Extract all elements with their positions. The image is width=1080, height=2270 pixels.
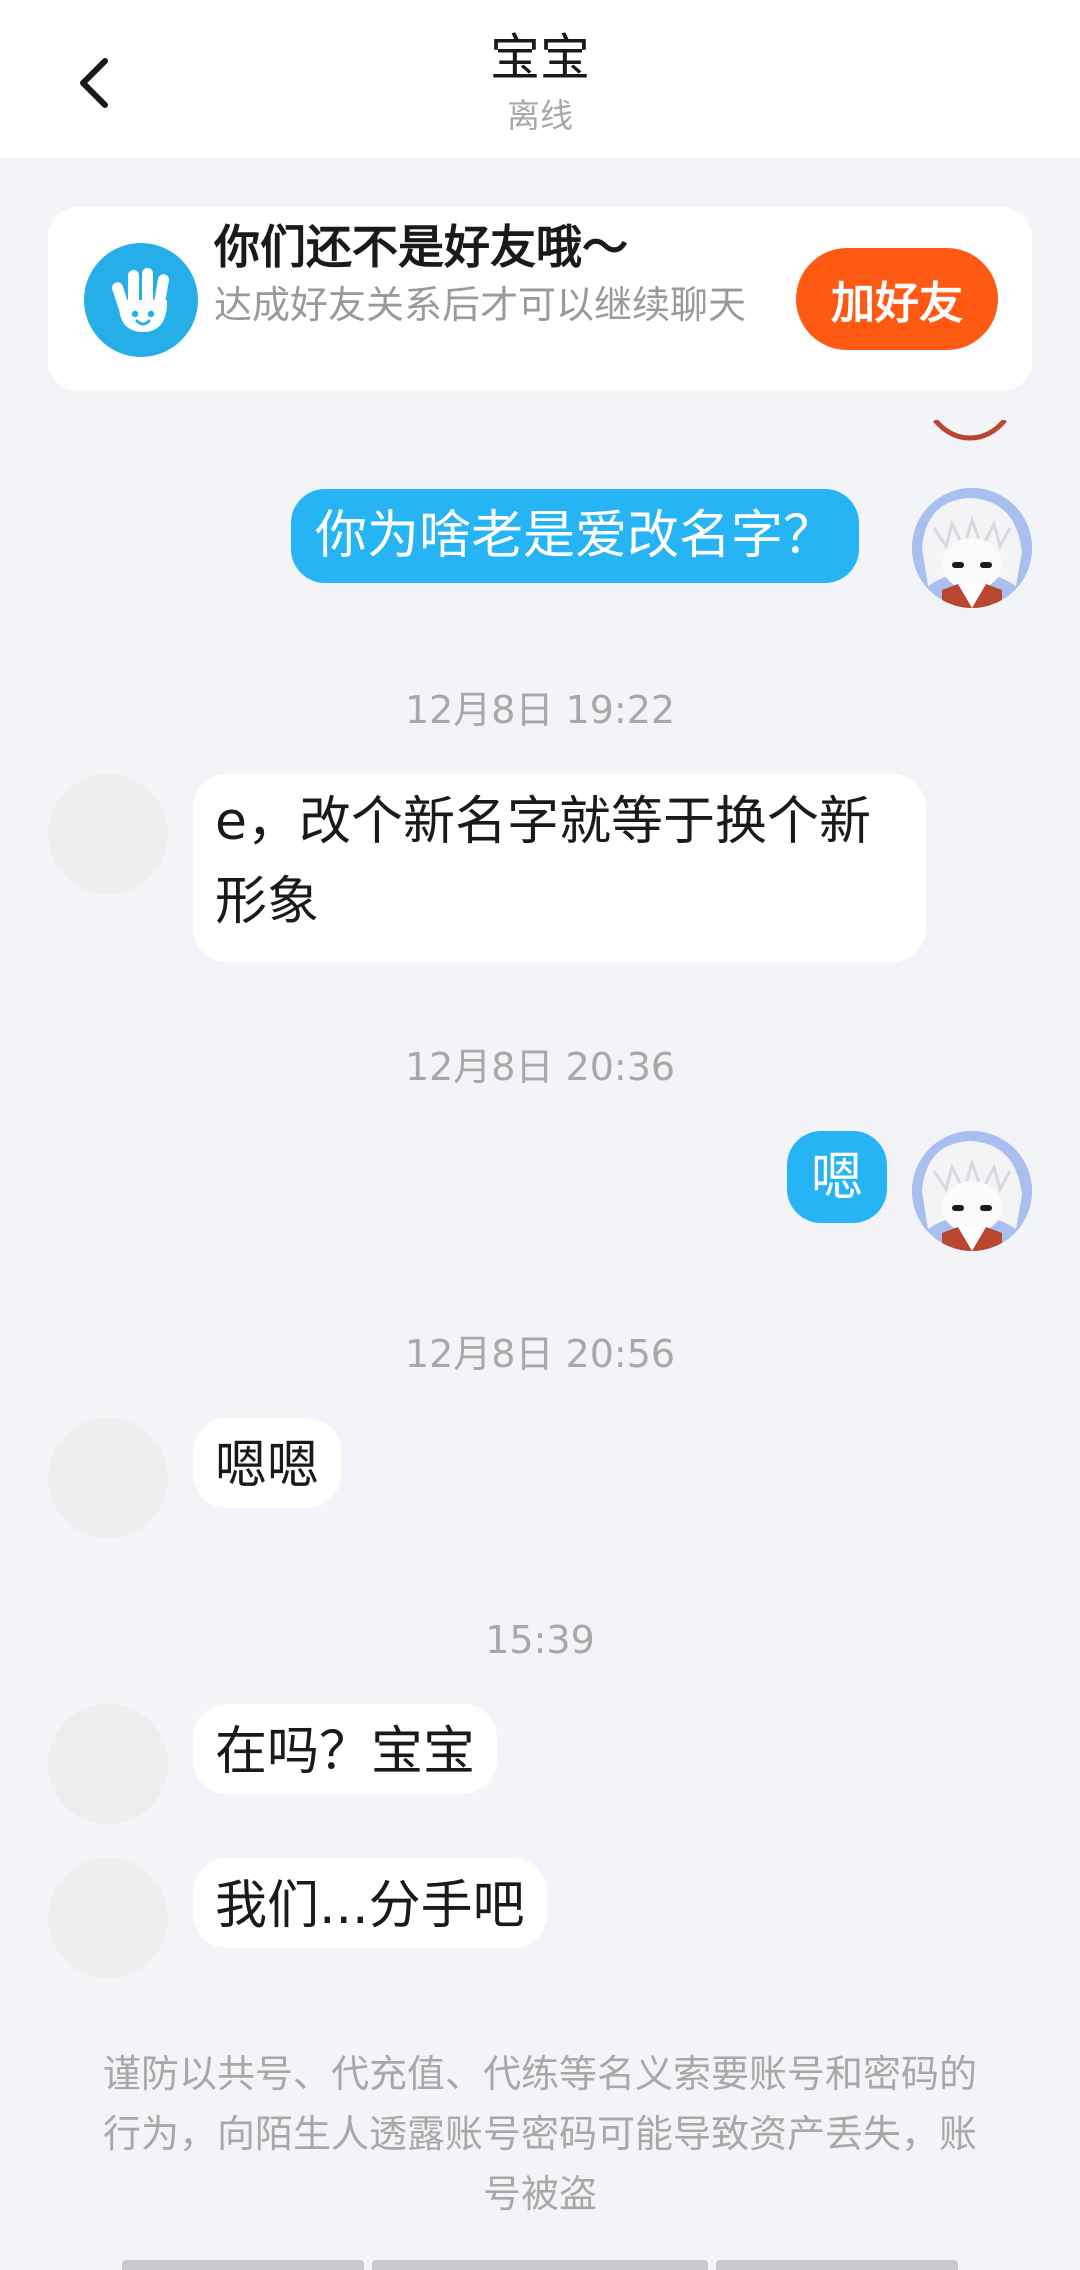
not-friends-banner: 你们还不是好友哦～ 达成好友关系后才可以继续聊天 加好友 xyxy=(48,207,1032,391)
message-bubble-self[interactable]: 你为啥老是爱改名字？ xyxy=(291,489,860,583)
timestamp: 12月8日 20:36 xyxy=(404,1045,676,1089)
anime-avatar-icon xyxy=(912,1131,1032,1251)
timestamp: 12月8日 20:56 xyxy=(404,1332,676,1376)
self-avatar[interactable] xyxy=(912,1131,1032,1251)
avatar-cropped xyxy=(930,420,1010,450)
contact-avatar[interactable] xyxy=(48,1858,168,1978)
contact-name: 宝宝 xyxy=(490,29,590,87)
self-avatar[interactable] xyxy=(912,488,1032,608)
message-bubble-other[interactable]: 嗯嗯 xyxy=(193,1418,342,1508)
contact-avatar[interactable] xyxy=(48,1704,168,1824)
timestamp: 15:39 xyxy=(485,1618,595,1662)
timestamp: 12月8日 19:22 xyxy=(404,688,676,732)
chat-page: 宝宝 离线 你们还不是好友哦～ 达成好友关系后才可以继续聊天 加好友 你为啥老是… xyxy=(0,0,1080,2270)
bottom-toolbar-edge xyxy=(122,2260,364,2270)
security-notice: 谨防以共号、代充值、代练等名义索要账号和密码的行为，向陌生人透露账号密码可能导致… xyxy=(102,2052,977,2216)
add-friend-button[interactable]: 加好友 xyxy=(796,248,998,350)
wave-hand-icon xyxy=(84,243,198,357)
chat-header: 宝宝 离线 xyxy=(0,0,1080,158)
contact-status: 离线 xyxy=(507,96,573,135)
message-bubble-other[interactable]: 我们...分手吧 xyxy=(193,1858,547,1948)
contact-avatar[interactable] xyxy=(48,774,168,894)
contact-avatar[interactable] xyxy=(48,1418,168,1538)
message-bubble-other[interactable]: e，改个新名字就等于换个新形象 xyxy=(193,774,926,962)
banner-description: 达成好友关系后才可以继续聊天 xyxy=(214,283,747,327)
bottom-toolbar-edge xyxy=(372,2260,708,2270)
bottom-toolbar-edge xyxy=(716,2260,958,2270)
anime-avatar-icon xyxy=(912,488,1032,608)
message-bubble-other[interactable]: 在吗？宝宝 xyxy=(193,1704,498,1794)
message-bubble-self[interactable]: 嗯 xyxy=(787,1131,888,1223)
banner-title: 你们还不是好友哦～ xyxy=(214,220,628,274)
